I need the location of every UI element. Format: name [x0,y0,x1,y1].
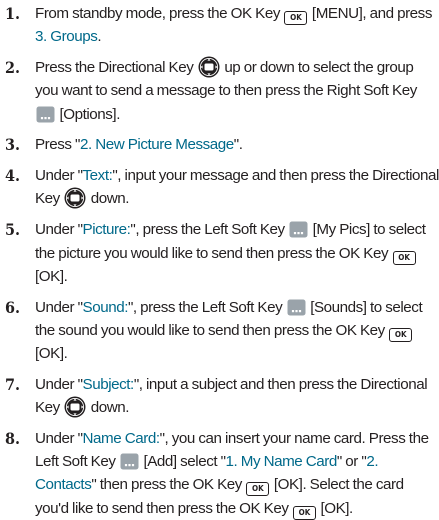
step-item: 2. Press the Directional Key up or down t… [0,56,439,126]
menu-option-label: 2. New Picture Message [79,136,234,154]
step-number: 6. [5,297,21,317]
step-text: [OK]. [316,499,353,517]
step-text: Under " [35,430,83,448]
step-number: 4. [5,166,21,186]
step-text: ". [233,136,243,154]
step-number: 8. [5,429,21,449]
step-text: " then press the OK Key [91,476,246,494]
menu-option-label: 3. Groups [35,28,98,46]
soft-key-icon [36,106,55,122]
step-text: Press " [35,136,80,154]
menu-option-label: Subject: [82,375,135,393]
directional-key-icon [64,187,86,209]
step-text: Under " [35,167,83,185]
step-item: 5. Under "Picture:", press the Left Soft … [0,218,439,288]
ok-key-icon: OK [284,11,308,25]
step-item: 8. Under "Name Card:", you can insert you… [0,427,439,520]
step-number: 2. [5,58,21,78]
ok-key-icon: OK [392,250,416,265]
step-text: Press the Directional Key [35,59,197,77]
step-text: From standby mode, press the OK Key [35,5,284,22]
menu-option-label: Name Card: [82,430,161,448]
step-text: . [97,28,102,46]
step-text: " or " [336,453,367,471]
step-text: Under " [35,298,83,316]
soft-key-icon [289,221,308,238]
step-number: 7. [5,374,21,394]
step-number: 3. [5,135,21,155]
instruction-list: 1. From standby mode, press the OK Key OK… [0,0,439,520]
step-text: [OK]. [35,267,68,285]
directional-key-icon [64,396,86,418]
step-item: 6. Under "Sound:", press the Left Soft Ke… [0,296,439,366]
menu-option-label: Picture: [82,221,131,239]
step-text: ", press the Left Soft Key [127,298,286,316]
step-number: 1. [5,4,21,23]
soft-key-icon [120,453,139,470]
step-number: 5. [5,220,21,240]
soft-key-icon [287,299,306,316]
step-text: down. [87,190,130,208]
step-item: 7. Under "Subject:", input a subject and … [0,373,439,419]
step-item: 3. Press "2. New Picture Message". [0,133,439,156]
step-text: [Add] select " [139,453,226,471]
ok-key-icon: OK [389,327,413,342]
step-text: [Options]. [56,105,120,123]
step-text: [OK]. [35,345,68,363]
menu-option-label: 1. My Name Card [225,453,338,471]
step-item: 4. Under "Text:", input your message and … [0,164,439,210]
step-item: 1. From standby mode, press the OK Key OK… [0,2,439,48]
step-text: down. [87,399,130,417]
menu-option-label: Sound: [82,298,129,316]
menu-option-label: Text: [82,167,113,185]
step-text: Under " [35,221,83,239]
step-text: ", press the Left Soft Key [130,221,289,239]
ok-key-icon: OK [246,482,270,497]
directional-key-icon [198,56,220,78]
step-text: [MENU], and press [308,5,432,22]
step-text: Under " [35,375,83,393]
